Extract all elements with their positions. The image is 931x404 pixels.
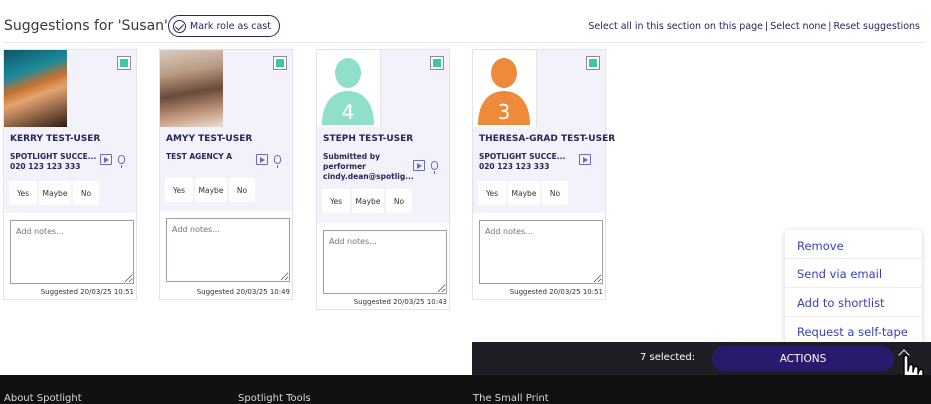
vote-buttons: Yes Maybe No [165, 178, 255, 202]
notes-input[interactable] [10, 220, 134, 284]
vote-buttons: Yes Maybe No [322, 189, 412, 213]
notes-section: Suggested 20/03/25 10:49 [160, 211, 292, 299]
suggested-date: Suggested 20/03/25 10:49 [196, 288, 290, 296]
select-checkbox[interactable] [430, 56, 444, 70]
menu-divider [785, 258, 922, 259]
select-checkbox[interactable] [273, 56, 287, 70]
performer-card: KERRY TEST-USER SPOTLIGHT SUCCE... 020 1… [3, 49, 137, 300]
performer-name[interactable]: THERESA-GRAD TEST-USER [479, 134, 615, 144]
actions-button[interactable]: ACTIONS [712, 346, 894, 371]
media-icons [100, 154, 125, 168]
performer-name[interactable]: KERRY TEST-USER [10, 134, 100, 144]
video-icon[interactable] [100, 154, 112, 165]
avatar-number: 3 [498, 100, 511, 124]
selected-count: 7 selected: [640, 352, 696, 363]
video-icon[interactable] [256, 154, 268, 165]
avatar-placeholder-icon: 3 [478, 58, 530, 125]
select-checkbox[interactable] [586, 56, 600, 70]
microphone-icon[interactable] [118, 155, 125, 168]
header-divider [4, 42, 924, 43]
mark-role-cast-label: Mark role as cast [190, 20, 271, 32]
agency-info: Submitted by performer cindy.dean@spotli… [323, 152, 414, 182]
select-all-link[interactable]: Select all in this section on this page [588, 21, 763, 32]
media-icons [413, 160, 438, 174]
agency-line: cindy.dean@spotlig... [323, 172, 414, 181]
vote-buttons: Yes Maybe No [478, 181, 568, 205]
reset-suggestions-link[interactable]: Reset suggestions [833, 21, 920, 32]
media-icons [579, 154, 591, 165]
link-separator: | [828, 21, 832, 32]
performer-name[interactable]: STEPH TEST-USER [323, 134, 413, 144]
agency-line: 020 123 123 333 [10, 162, 81, 171]
notes-section: Suggested 20/03/25 10:51 [473, 213, 605, 299]
performer-photo[interactable] [160, 50, 223, 127]
page-header: Suggestions for 'Susan' Mark role as cas… [4, 14, 924, 42]
agency-line: SPOTLIGHT SUCCE... [10, 152, 97, 161]
menu-item-send-email[interactable]: Send via email [797, 267, 882, 281]
select-none-link[interactable]: Select none [770, 21, 826, 32]
footer-link-tools[interactable]: Spotlight Tools [238, 393, 311, 404]
vote-no-button[interactable]: No [386, 189, 412, 213]
footer-link-about[interactable]: About Spotlight [4, 393, 82, 404]
video-icon[interactable] [579, 154, 591, 165]
vote-maybe-button[interactable]: Maybe [508, 181, 540, 205]
performer-name[interactable]: AMYY TEST-USER [166, 134, 252, 144]
menu-item-request-self-tape[interactable]: Request a self-tape [797, 325, 908, 339]
avatar-placeholder-icon: 4 [322, 58, 374, 125]
avatar-number: 4 [342, 100, 355, 124]
agency-info: TEST AGENCY A [166, 152, 232, 162]
menu-item-remove[interactable]: Remove [797, 239, 844, 253]
performer-photo[interactable] [4, 50, 67, 127]
microphone-icon[interactable] [274, 155, 281, 168]
media-icons [256, 154, 281, 168]
vote-no-button[interactable]: No [542, 181, 568, 205]
site-footer: About Spotlight Spotlight Tools The Smal… [0, 375, 931, 404]
video-icon[interactable] [413, 160, 425, 171]
notes-section: Suggested 20/03/25 10:51 [4, 213, 136, 299]
footer-link-small-print[interactable]: The Small Print [473, 393, 549, 404]
selection-links: Select all in this section on this page … [588, 21, 920, 32]
suggested-date: Suggested 20/03/25 10:51 [40, 288, 134, 296]
notes-input[interactable] [479, 220, 603, 284]
notes-input[interactable] [166, 218, 290, 282]
vote-yes-button[interactable]: Yes [478, 181, 506, 205]
suggested-date: Suggested 20/03/25 10:51 [509, 288, 603, 296]
vote-buttons: Yes Maybe No [9, 181, 99, 205]
menu-divider [785, 316, 922, 317]
select-checkbox[interactable] [117, 56, 131, 70]
notes-section: Suggested 20/03/25 10:43 [317, 223, 449, 309]
agency-line: 020 123 123 333 [479, 162, 550, 171]
vote-maybe-button[interactable]: Maybe [39, 181, 71, 205]
vote-maybe-button[interactable]: Maybe [195, 178, 227, 202]
performer-photo[interactable]: 4 [317, 50, 381, 127]
agency-line: Submitted by [323, 152, 380, 161]
vote-maybe-button[interactable]: Maybe [352, 189, 384, 213]
agency-line: SPOTLIGHT SUCCE... [479, 152, 566, 161]
notes-input[interactable] [323, 230, 447, 294]
vote-yes-button[interactable]: Yes [165, 178, 193, 202]
performer-card: AMYY TEST-USER TEST AGENCY A Yes Maybe N… [159, 49, 293, 300]
mark-role-cast-button[interactable]: Mark role as cast [168, 15, 280, 37]
suggested-date: Suggested 20/03/25 10:43 [353, 298, 447, 306]
check-circle-icon [173, 19, 186, 33]
performer-card: 4 STEPH TEST-USER Submitted by performer… [316, 49, 450, 310]
performer-card: 3 THERESA-GRAD TEST-USER SPOTLIGHT SUCCE… [472, 49, 615, 300]
menu-divider [785, 287, 922, 288]
link-separator: | [765, 21, 769, 32]
vote-yes-button[interactable]: Yes [322, 189, 350, 213]
microphone-icon[interactable] [431, 161, 438, 174]
vote-no-button[interactable]: No [229, 178, 255, 202]
agency-line: TEST AGENCY A [166, 152, 233, 161]
selection-action-bar: 7 selected: ACTIONS [472, 342, 931, 375]
agency-info: SPOTLIGHT SUCCE... 020 123 123 333 [479, 152, 565, 172]
vote-yes-button[interactable]: Yes [9, 181, 37, 205]
vote-no-button[interactable]: No [73, 181, 99, 205]
agency-line: performer [323, 162, 366, 171]
page-title: Suggestions for 'Susan' [4, 18, 168, 34]
performer-photo[interactable]: 3 [473, 50, 537, 127]
agency-info: SPOTLIGHT SUCCE... 020 123 123 333 [10, 152, 96, 172]
actions-menu: Remove Send via email Add to shortlist R… [785, 230, 922, 345]
menu-item-add-shortlist[interactable]: Add to shortlist [797, 296, 885, 310]
